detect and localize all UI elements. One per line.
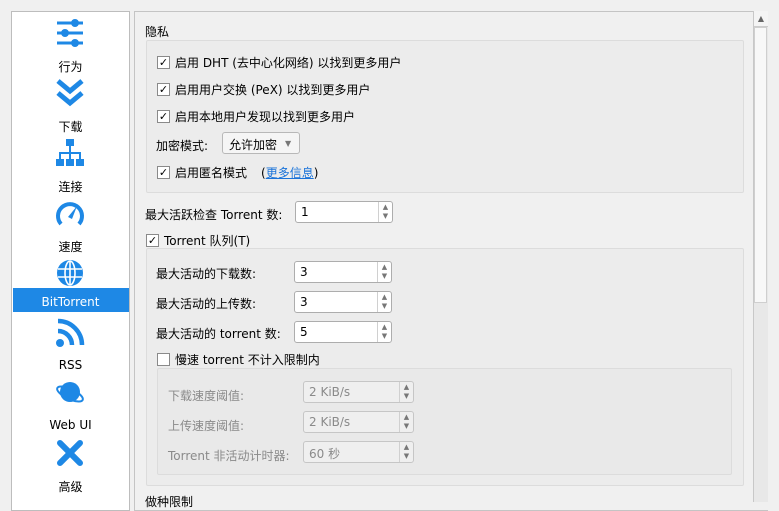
max-downloads-label: 最大活动的下载数: xyxy=(156,267,257,281)
dl-threshold-spinbox[interactable]: 2 KiB/s ▲ ▼ xyxy=(303,381,414,403)
scroll-up-arrow-icon[interactable]: ▲ xyxy=(754,11,768,27)
sidebar-item-label: RSS xyxy=(58,358,83,372)
sliders-icon xyxy=(57,19,83,47)
sidebar-item-label: Web UI xyxy=(49,418,92,432)
sidebar-item-rss[interactable]: RSS xyxy=(12,318,129,378)
spin-arrows[interactable]: ▲ ▼ xyxy=(377,292,391,312)
anon-label: 启用匿名模式 xyxy=(175,166,248,180)
spin-value: 3 xyxy=(300,265,308,279)
max-checking-spinbox[interactable]: 1 ▲ ▼ xyxy=(295,201,393,223)
sidebar-item-webui[interactable]: Web UI xyxy=(12,378,129,438)
scrollbar-thumb[interactable] xyxy=(754,27,767,303)
queue-checkbox[interactable]: ✓ Torrent 队列(T) xyxy=(146,232,250,249)
sidebar-item-behavior[interactable]: 行为 xyxy=(12,18,129,78)
spin-value: 60 秒 xyxy=(309,447,341,461)
privacy-title: 隐私 xyxy=(145,25,170,39)
spin-arrows[interactable]: ▲ ▼ xyxy=(399,382,413,402)
inactive-timer-label: Torrent 非活动计时器: xyxy=(168,449,290,463)
pex-checkbox[interactable]: ✓ 启用用户交换 (PeX) 以找到更多用户 xyxy=(157,81,370,98)
max-torrents-spinbox[interactable]: 5 ▲ ▼ xyxy=(294,321,392,343)
double-chevron-down-icon xyxy=(56,79,84,107)
pex-label: 启用用户交换 (PeX) 以找到更多用户 xyxy=(175,83,371,97)
sidebar-item-downloads[interactable]: 下载 xyxy=(12,78,129,138)
anon-checkbox[interactable]: ✓ 启用匿名模式(更多信息) xyxy=(157,164,318,181)
spin-value: 1 xyxy=(301,205,309,219)
planet-icon xyxy=(56,382,84,403)
slow-torrents-checkbox[interactable]: 慢速 torrent 不计入限制内 xyxy=(157,351,320,368)
spin-value: 2 KiB/s xyxy=(309,385,351,399)
spin-arrows[interactable]: ▲ ▼ xyxy=(399,412,413,432)
spin-value: 2 KiB/s xyxy=(309,415,351,429)
paren: ) xyxy=(313,165,319,180)
checkbox-checked[interactable]: ✓ xyxy=(146,234,159,247)
network-icon xyxy=(56,139,84,166)
checkbox-checked[interactable]: ✓ xyxy=(157,166,170,179)
sidebar-item-label: 下载 xyxy=(58,120,83,134)
spin-value: 3 xyxy=(300,295,308,309)
inactive-timer-spinbox[interactable]: 60 秒 ▲ ▼ xyxy=(303,441,414,463)
max-uploads-spinbox[interactable]: 3 ▲ ▼ xyxy=(294,291,392,313)
ul-threshold-spinbox[interactable]: 2 KiB/s ▲ ▼ xyxy=(303,411,414,433)
encryption-value: 允许加密 xyxy=(229,138,278,152)
dht-checkbox[interactable]: ✓ 启用 DHT (去中心化网络) 以找到更多用户 xyxy=(157,54,401,71)
checkbox-checked[interactable]: ✓ xyxy=(157,83,170,96)
dht-label: 启用 DHT (去中心化网络) 以找到更多用户 xyxy=(175,56,402,70)
sidebar-item-label: 速度 xyxy=(58,240,83,254)
lsd-label: 启用本地用户发现以找到更多用户 xyxy=(175,110,356,124)
max-downloads-spinbox[interactable]: 3 ▲ ▼ xyxy=(294,261,392,283)
encryption-select[interactable]: 允许加密 ▼ xyxy=(222,132,300,154)
sidebar-item-bittorrent[interactable]: BitTorrent xyxy=(12,258,129,318)
sidebar-item-connection[interactable]: 连接 xyxy=(12,138,129,198)
more-info-link[interactable]: 更多信息 xyxy=(266,164,314,181)
max-checking-label: 最大活跃检查 Torrent 数: xyxy=(145,208,283,222)
chevron-down-icon: ▼ xyxy=(285,139,292,148)
sidebar-item-label: BitTorrent xyxy=(41,295,100,309)
checkbox-checked[interactable]: ✓ xyxy=(157,56,170,69)
encryption-label: 加密模式: xyxy=(156,139,209,153)
spin-arrows[interactable]: ▲ ▼ xyxy=(399,442,413,462)
sidebar-item-advanced[interactable]: 高级 xyxy=(12,438,129,498)
max-uploads-label: 最大活动的上传数: xyxy=(156,297,257,311)
lsd-checkbox[interactable]: ✓ 启用本地用户发现以找到更多用户 xyxy=(157,108,355,125)
sidebar-item-label: 行为 xyxy=(58,60,83,74)
spin-arrows[interactable]: ▲ ▼ xyxy=(378,202,392,222)
rss-icon xyxy=(56,318,85,347)
spin-value: 5 xyxy=(300,325,308,339)
max-torrents-label: 最大活动的 torrent 数: xyxy=(156,327,281,341)
ul-threshold-label: 上传速度阈值: xyxy=(168,419,245,433)
sidebar-item-label: 连接 xyxy=(58,180,83,194)
globe-icon xyxy=(57,260,83,286)
tools-icon xyxy=(57,440,83,466)
checkbox-checked[interactable]: ✓ xyxy=(157,110,170,123)
sidebar-item-label: 高级 xyxy=(58,480,83,494)
queue-label: Torrent 队列(T) xyxy=(164,234,251,248)
slow-torrents-label: 慢速 torrent 不计入限制内 xyxy=(175,353,320,367)
spin-arrows[interactable]: ▲ ▼ xyxy=(377,262,391,282)
sidebar: 行为 下载 连接 速度 BitTorrent RSS Web UI 高级 xyxy=(11,11,130,511)
dl-threshold-label: 下载速度阈值: xyxy=(168,389,245,403)
speedometer-icon xyxy=(56,202,84,226)
spin-arrows[interactable]: ▲ ▼ xyxy=(377,322,391,342)
checkbox-unchecked[interactable] xyxy=(157,353,170,366)
sidebar-item-speed[interactable]: 速度 xyxy=(12,198,129,258)
